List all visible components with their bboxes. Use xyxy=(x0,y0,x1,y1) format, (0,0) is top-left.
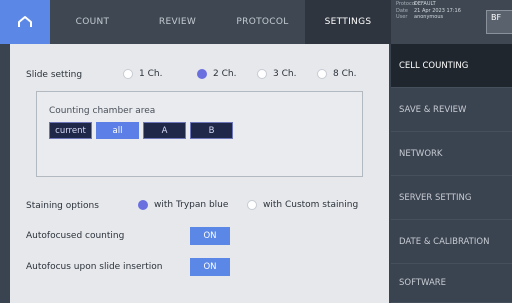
radio-dot-selected xyxy=(138,200,148,210)
session-info: Protocol DEFAULT Date 21 Apr 2023 17:16 Us… xyxy=(396,1,482,43)
menu-item-network[interactable]: NETWORK xyxy=(391,132,512,176)
user-key: User xyxy=(396,14,408,20)
radio-label: 1 Ch. xyxy=(139,69,163,79)
radio-3-ch[interactable]: 3 Ch. xyxy=(257,69,296,79)
settings-side-menu: CELL COUNTING SAVE & REVIEW NETWORK SERV… xyxy=(391,44,512,303)
menu-item-software[interactable]: SOFTWARE xyxy=(391,264,512,303)
home-icon xyxy=(18,16,32,27)
settings-panel: Slide setting 1 Ch. 2 Ch. 3 Ch. 8 Ch. Co… xyxy=(10,44,389,303)
tab-protocol[interactable]: PROTOCOL xyxy=(220,0,305,44)
radio-dot xyxy=(317,69,327,79)
chamber-b-button[interactable]: B xyxy=(190,122,233,139)
menu-item-save-review[interactable]: SAVE & REVIEW xyxy=(391,88,512,132)
radio-1-ch[interactable]: 1 Ch. xyxy=(123,69,162,79)
radio-custom-staining[interactable]: with Custom staining xyxy=(247,200,358,210)
counting-chamber-area-caption: Counting chamber area xyxy=(49,106,156,116)
slide-setting-label: Slide setting xyxy=(26,70,83,80)
radio-dot-selected xyxy=(197,69,207,79)
menu-item-date-calibration[interactable]: DATE & CALIBRATION xyxy=(391,220,512,264)
radio-dot xyxy=(123,69,133,79)
staining-options-label: Staining options xyxy=(26,201,99,211)
radio-label: 3 Ch. xyxy=(273,69,297,79)
radio-label: with Custom staining xyxy=(263,200,359,210)
radio-label: 8 Ch. xyxy=(333,69,357,79)
menu-item-cell-counting[interactable]: CELL COUNTING xyxy=(391,44,512,88)
radio-label: 2 Ch. xyxy=(213,69,237,79)
brightfield-mode-button[interactable]: BF xyxy=(486,10,512,34)
menu-item-server-setting[interactable]: SERVER SETTING xyxy=(391,176,512,220)
radio-label: with Trypan blue xyxy=(154,200,229,210)
radio-2-ch[interactable]: 2 Ch. xyxy=(197,69,236,79)
home-button[interactable] xyxy=(0,0,50,44)
radio-dot xyxy=(257,69,267,79)
radio-trypan-blue[interactable]: with Trypan blue xyxy=(138,200,228,210)
user-value: anonymous xyxy=(414,14,444,20)
chamber-current-button[interactable]: current xyxy=(49,122,92,139)
chamber-a-button[interactable]: A xyxy=(143,122,186,139)
tab-settings[interactable]: SETTINGS xyxy=(305,0,391,44)
autofocused-counting-toggle[interactable]: ON xyxy=(190,227,230,245)
radio-dot xyxy=(247,200,257,210)
radio-8-ch[interactable]: 8 Ch. xyxy=(317,69,356,79)
counting-chamber-area-group: Counting chamber area current all A B xyxy=(36,91,363,177)
tab-review[interactable]: REVIEW xyxy=(135,0,220,44)
autofocus-slide-insertion-label: Autofocus upon slide insertion xyxy=(26,262,163,272)
tab-count[interactable]: COUNT xyxy=(50,0,135,44)
top-navigation-bar: COUNT REVIEW PROTOCOL SETTINGS Protocol D… xyxy=(0,0,512,44)
brightfield-mode-label: BF xyxy=(491,13,502,22)
autofocused-counting-label: Autofocused counting xyxy=(26,231,125,241)
chamber-all-button[interactable]: all xyxy=(96,122,139,139)
autofocus-slide-insertion-toggle[interactable]: ON xyxy=(190,258,230,276)
